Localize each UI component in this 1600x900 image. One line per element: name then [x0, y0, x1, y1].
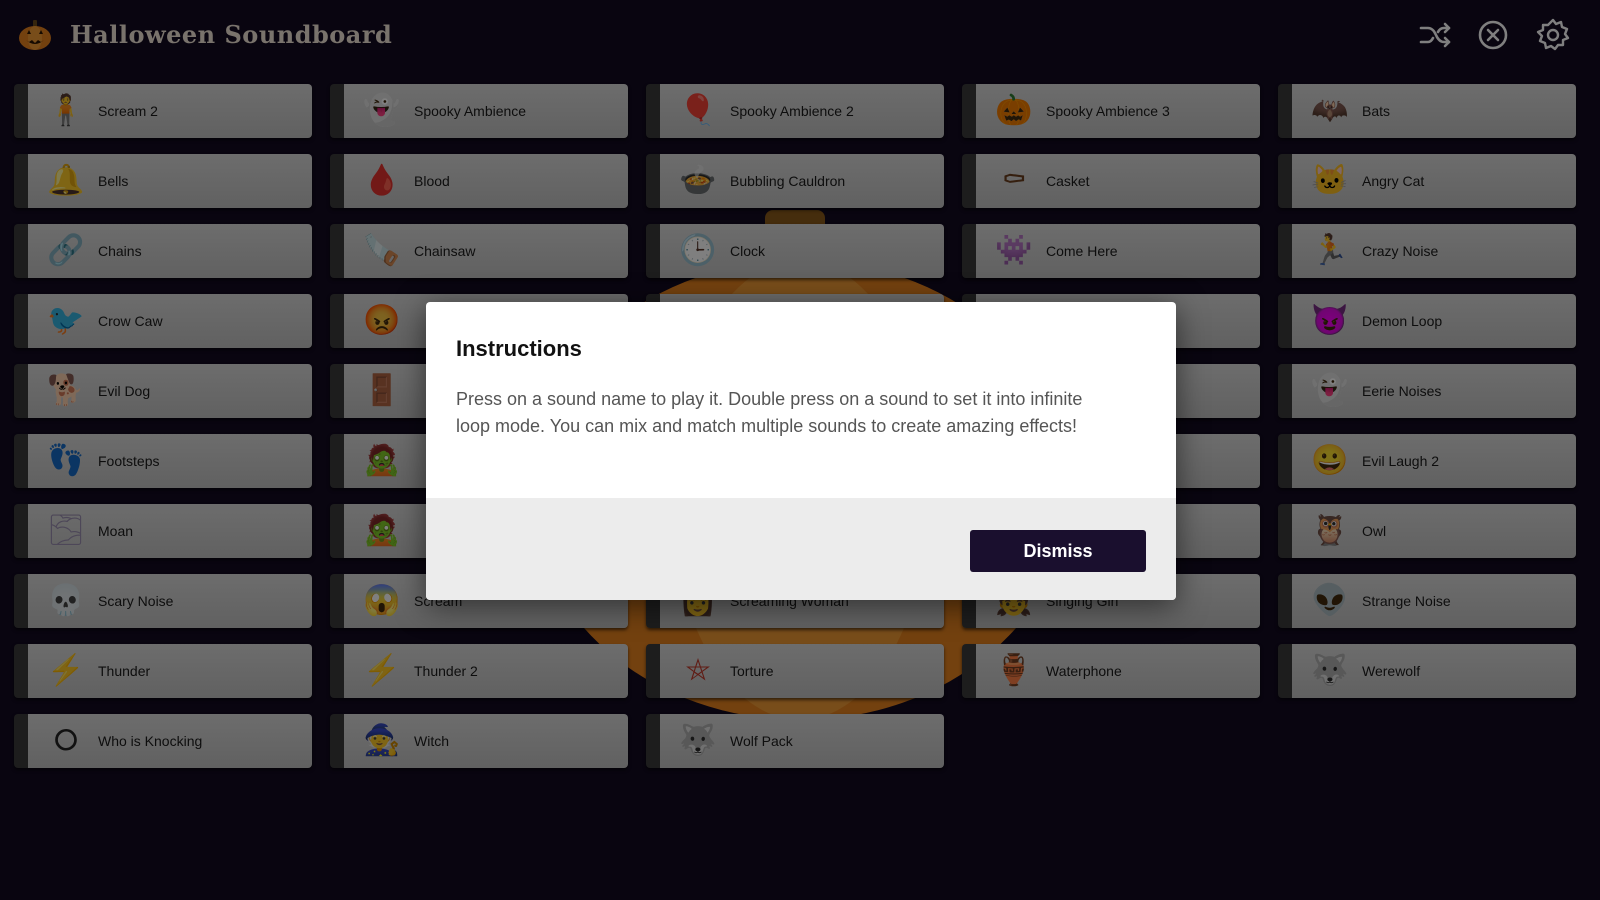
dialog-body: Press on a sound name to play it. Double… — [456, 389, 1083, 436]
dialog-footer: Dismiss — [426, 498, 1176, 600]
dismiss-button[interactable]: Dismiss — [970, 530, 1146, 572]
instructions-dialog: Instructions Press on a sound name to pl… — [426, 302, 1176, 600]
dialog-title: Instructions — [456, 336, 582, 361]
